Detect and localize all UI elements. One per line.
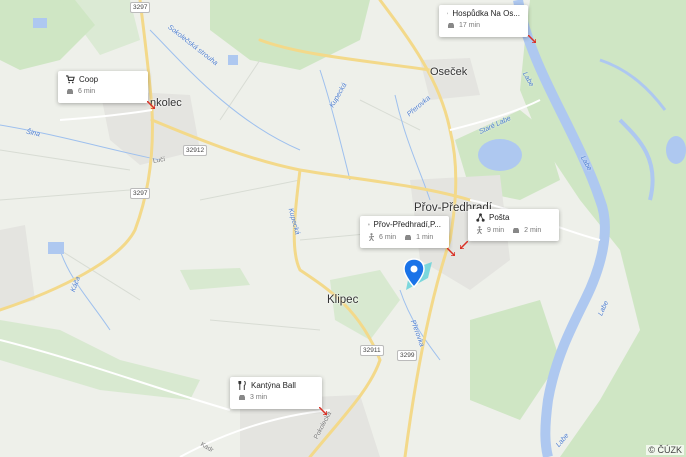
location-pin-icon[interactable] xyxy=(402,258,426,288)
map-copyright[interactable]: © ČÚZK xyxy=(646,445,684,455)
card-title: Kantýna Ball xyxy=(251,381,296,390)
card-title: Hospůdka Na Os... xyxy=(452,9,520,18)
bus-marker-arrow-icon xyxy=(447,248,455,256)
walk-icon xyxy=(368,233,375,241)
card-time: 17 min xyxy=(459,22,481,29)
poi-card-posta[interactable]: Pošta 9 min 2 min xyxy=(468,209,559,241)
fork-knife-icon xyxy=(238,381,246,390)
coop-marker-arrow-icon xyxy=(147,101,155,109)
fork-knife-icon xyxy=(447,12,449,15)
road-number-32911: 32911 xyxy=(360,345,384,356)
pond-small3 xyxy=(48,242,64,254)
pond xyxy=(666,136,686,164)
hospudka-marker-arrow-icon xyxy=(528,35,536,43)
car-icon xyxy=(67,89,73,94)
bus-icon xyxy=(368,223,370,226)
car-icon xyxy=(405,234,412,240)
card-car-time: 2 min xyxy=(524,226,542,234)
card-walk-time: 6 min xyxy=(379,233,397,241)
pond-small xyxy=(33,18,47,28)
car-icon xyxy=(448,23,454,28)
car-icon xyxy=(239,395,245,400)
poi-card-bus-stop[interactable]: Přov-Předhradí,P... 6 min 1 min xyxy=(360,216,449,248)
road-number-3299: 3299 xyxy=(397,350,418,361)
poi-card-hospudka[interactable]: Hospůdka Na Os... 17 min xyxy=(439,5,528,37)
pond-small2 xyxy=(228,55,238,65)
road-number-3297b: 3297 xyxy=(130,188,151,199)
card-car-time: 1 min xyxy=(416,233,434,241)
walk-icon xyxy=(476,226,483,234)
forest-areas xyxy=(0,0,686,457)
posta-marker-arrow-icon xyxy=(460,241,468,249)
road-number-32912: 32912 xyxy=(183,145,208,156)
card-title: Přov-Předhradí,P... xyxy=(373,220,441,229)
map-view[interactable]: Oseček Přov-Předhradí Klipec nkolec Soko… xyxy=(0,0,686,457)
network-icon xyxy=(476,213,485,222)
car-icon xyxy=(513,227,520,233)
card-time: 6 min xyxy=(78,88,96,95)
cart-icon xyxy=(66,75,75,84)
poi-card-coop[interactable]: Coop 6 min xyxy=(58,71,148,103)
stare-labe-lake xyxy=(478,139,522,171)
card-walk-time: 9 min xyxy=(487,226,505,234)
poi-card-kantyna[interactable]: Kantýna Ball 3 min xyxy=(230,377,322,409)
map-base xyxy=(0,0,686,457)
card-title: Pošta xyxy=(489,213,510,222)
card-time: 3 min xyxy=(250,394,268,401)
card-title: Coop xyxy=(79,75,99,84)
road-number-3297a: 3297 xyxy=(130,2,151,13)
kantyna-marker-arrow-icon xyxy=(319,407,327,415)
